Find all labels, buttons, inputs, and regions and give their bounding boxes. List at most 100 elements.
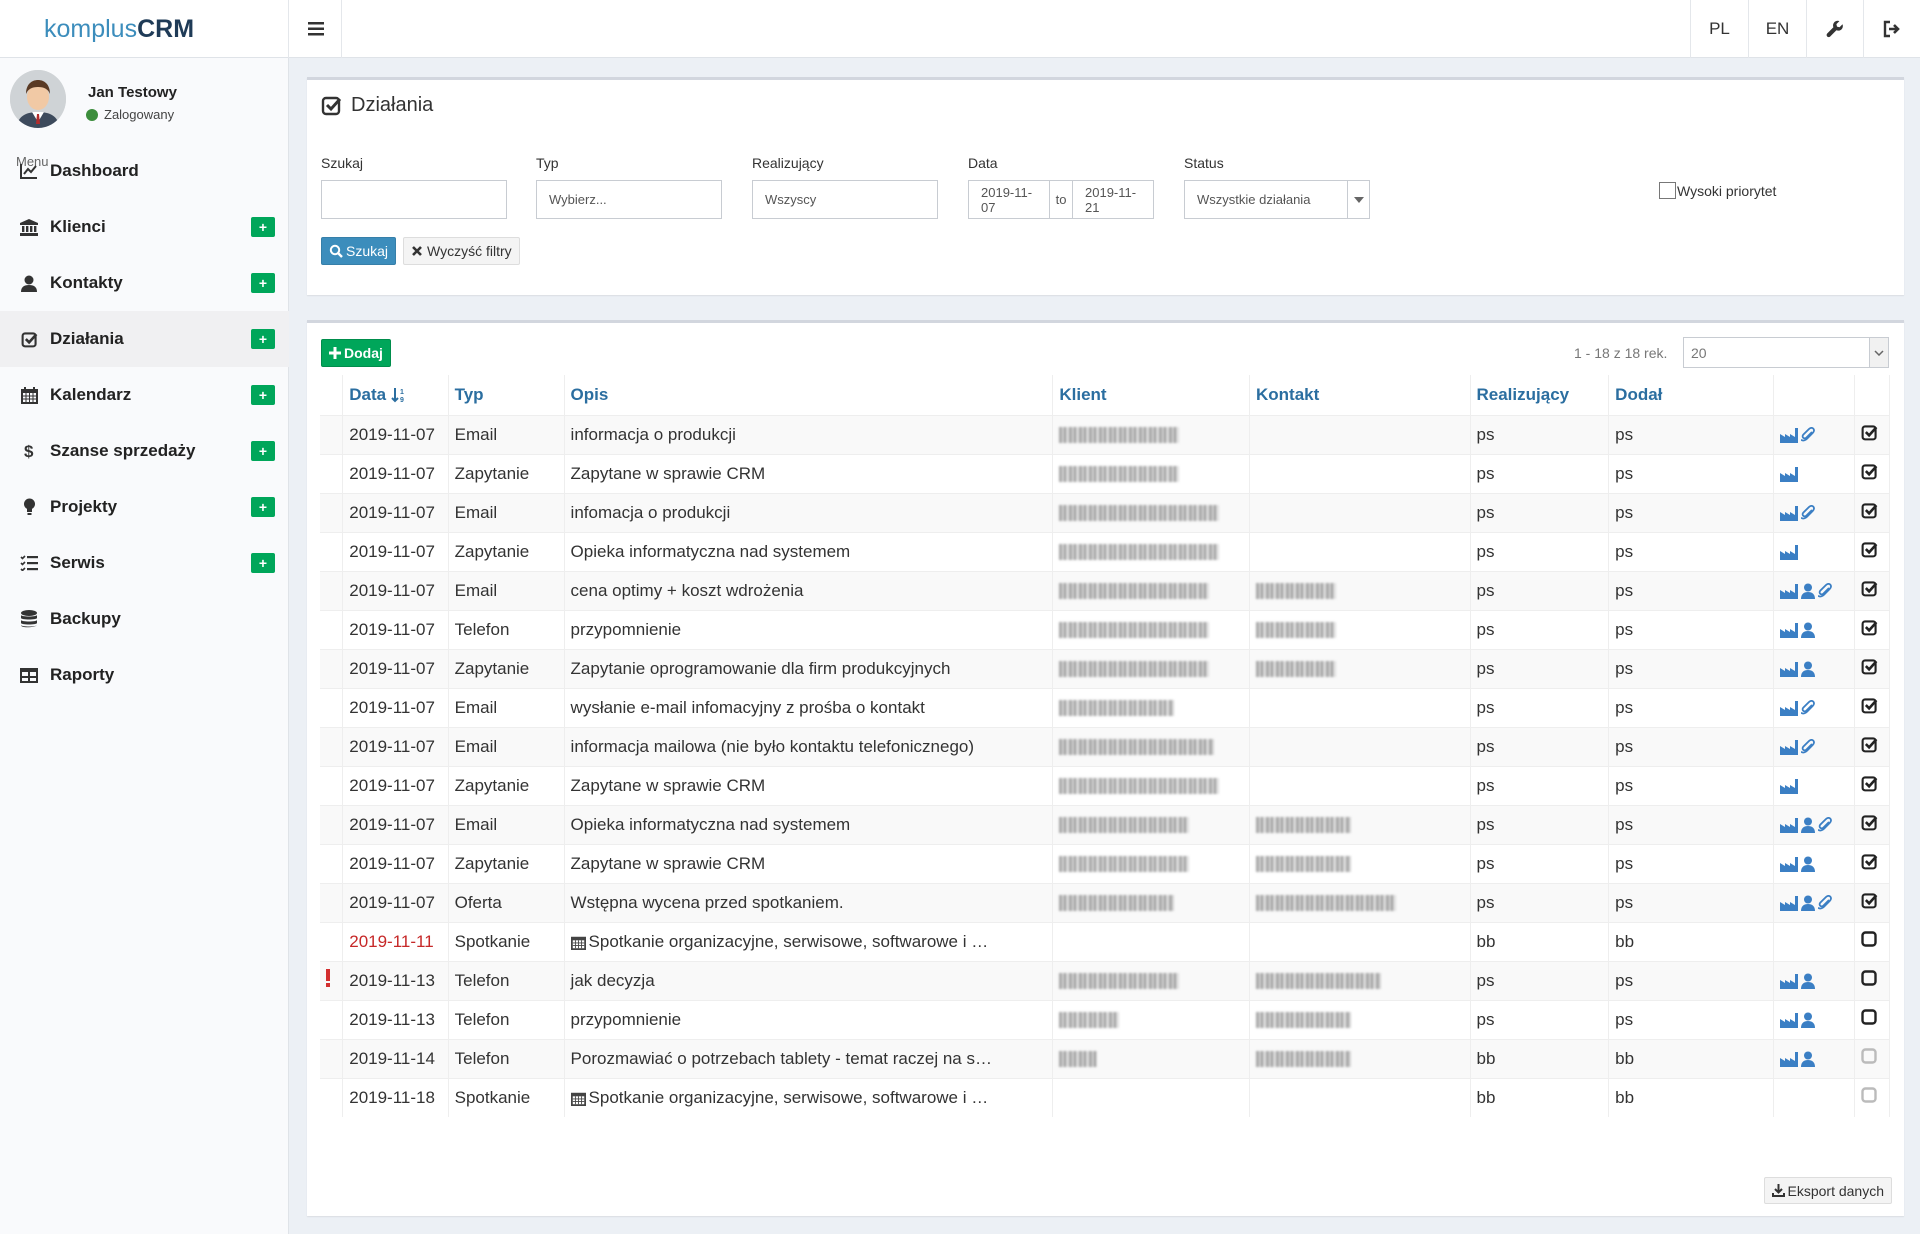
done-cell[interactable] bbox=[1854, 1077, 1891, 1117]
contact-cell[interactable] bbox=[1249, 1077, 1471, 1117]
table-row[interactable]: 2019-11-07 Email wysłanie e-mail infomacyj… bbox=[320, 687, 1891, 727]
description-cell[interactable]: wysłanie e-mail infomacyjny z prośba o k… bbox=[564, 687, 1054, 727]
sidebar-item-backupy[interactable]: Backupy bbox=[0, 591, 289, 647]
add-1-button[interactable]: + bbox=[251, 217, 275, 237]
user-icon[interactable] bbox=[1800, 1051, 1815, 1068]
contact-cell[interactable] bbox=[1249, 492, 1471, 532]
add-button[interactable]: Dodaj bbox=[321, 339, 391, 367]
description-cell[interactable]: Zapytane w sprawie CRM bbox=[564, 765, 1054, 805]
done-cell[interactable] bbox=[1854, 687, 1891, 727]
description-cell[interactable]: informacja mailowa (nie było kontaktu te… bbox=[564, 726, 1054, 766]
paperclip-icon[interactable] bbox=[1800, 427, 1815, 443]
factory-icon[interactable] bbox=[1779, 466, 1798, 482]
client-cell[interactable] bbox=[1052, 843, 1250, 883]
contact-cell[interactable] bbox=[1249, 570, 1471, 610]
table-row[interactable]: 2019-11-07 Email informacja o produkcji ps p… bbox=[320, 414, 1891, 454]
check-square-icon[interactable] bbox=[1861, 424, 1878, 441]
client-cell[interactable] bbox=[1052, 804, 1250, 844]
type-select[interactable] bbox=[536, 180, 722, 219]
add-5-button[interactable]: + bbox=[251, 441, 275, 461]
logout-button[interactable] bbox=[1863, 0, 1920, 58]
description-cell[interactable]: informacja o produkcji bbox=[564, 414, 1054, 454]
clear-filters-button[interactable]: Wyczyść filtry bbox=[403, 237, 520, 265]
client-cell[interactable] bbox=[1052, 765, 1250, 805]
app-logo[interactable]: komplus CRM bbox=[0, 0, 289, 58]
user-icon[interactable] bbox=[1800, 856, 1815, 873]
description-cell[interactable]: Zapytane w sprawie CRM bbox=[564, 843, 1054, 883]
user-icon[interactable] bbox=[1800, 583, 1815, 600]
done-cell[interactable] bbox=[1854, 492, 1891, 532]
contact-cell[interactable] bbox=[1249, 882, 1471, 922]
user-icon[interactable] bbox=[1800, 817, 1815, 834]
user-icon[interactable] bbox=[1800, 1012, 1815, 1029]
factory-icon[interactable] bbox=[1779, 973, 1798, 989]
done-cell[interactable] bbox=[1854, 765, 1891, 805]
paperclip-icon[interactable] bbox=[1817, 895, 1832, 911]
contact-cell[interactable] bbox=[1249, 687, 1471, 727]
factory-icon[interactable] bbox=[1779, 544, 1798, 560]
table-row[interactable]: 2019-11-07 Email infomacja o produkcji ps ps bbox=[320, 492, 1891, 532]
square-icon[interactable] bbox=[1860, 1048, 1877, 1064]
column-header[interactable]: Kontakt bbox=[1249, 375, 1471, 415]
factory-icon[interactable] bbox=[1779, 427, 1798, 443]
client-cell[interactable] bbox=[1052, 1077, 1250, 1117]
user-icon[interactable] bbox=[1800, 895, 1815, 912]
done-cell[interactable] bbox=[1854, 999, 1891, 1039]
contact-cell[interactable] bbox=[1249, 921, 1471, 961]
factory-icon[interactable] bbox=[1779, 661, 1798, 677]
add-2-button[interactable]: + bbox=[251, 273, 275, 293]
contact-cell[interactable] bbox=[1249, 765, 1471, 805]
check-square-icon[interactable] bbox=[1861, 775, 1878, 792]
client-cell[interactable] bbox=[1052, 960, 1250, 1000]
sidebar-item-dashboard[interactable]: Dashboard bbox=[0, 143, 289, 199]
client-cell[interactable] bbox=[1052, 999, 1250, 1039]
user-icon[interactable] bbox=[1800, 973, 1815, 990]
description-cell[interactable]: przypomnienie bbox=[564, 999, 1054, 1039]
factory-icon[interactable] bbox=[1779, 622, 1798, 638]
check-square-icon[interactable] bbox=[1861, 853, 1878, 870]
client-cell[interactable] bbox=[1052, 414, 1250, 454]
paperclip-icon[interactable] bbox=[1800, 505, 1815, 521]
description-cell[interactable]: przypomnienie bbox=[564, 609, 1054, 649]
contact-cell[interactable] bbox=[1249, 453, 1471, 493]
description-cell[interactable]: Zapytanie oprogramowanie dla firm produk… bbox=[564, 648, 1054, 688]
done-cell[interactable] bbox=[1854, 531, 1891, 571]
check-square-icon[interactable] bbox=[1861, 697, 1878, 714]
table-row[interactable]: 2019-11-07 Zapytanie Zapytane w sprawie CR… bbox=[320, 453, 1891, 493]
client-cell[interactable] bbox=[1052, 609, 1250, 649]
column-header[interactable]: Typ bbox=[448, 375, 565, 415]
sidebar-item-kontakty[interactable]: Kontakty + bbox=[0, 255, 289, 311]
description-cell[interactable]: Opieka informatyczna nad systemem bbox=[564, 531, 1054, 571]
paperclip-icon[interactable] bbox=[1817, 583, 1832, 599]
sidebar-item-szanse-sprzedaży[interactable]: $ Szanse sprzedaży + bbox=[0, 423, 289, 479]
client-cell[interactable] bbox=[1052, 531, 1250, 571]
add-4-button[interactable]: + bbox=[251, 385, 275, 405]
sidebar-item-serwis[interactable]: Serwis + bbox=[0, 535, 289, 591]
client-cell[interactable] bbox=[1052, 687, 1250, 727]
check-square-icon[interactable] bbox=[1861, 814, 1878, 831]
table-row[interactable]: 2019-11-07 Zapytanie Zapytanie oprogramowa… bbox=[320, 648, 1891, 688]
client-cell[interactable] bbox=[1052, 921, 1250, 961]
description-cell[interactable]: Wstępna wycena przed spotkaniem. bbox=[564, 882, 1054, 922]
description-cell[interactable]: jak decyzja bbox=[564, 960, 1054, 1000]
sidebar-item-kalendarz[interactable]: Kalendarz + bbox=[0, 367, 289, 423]
description-cell[interactable]: Porozmawiać o potrzebach tablety - temat… bbox=[564, 1038, 1054, 1078]
check-square-icon[interactable] bbox=[1861, 619, 1878, 636]
user-icon[interactable] bbox=[1800, 661, 1815, 678]
contact-cell[interactable] bbox=[1249, 414, 1471, 454]
sidebar-item-projekty[interactable]: Projekty + bbox=[0, 479, 289, 535]
column-header[interactable]: Dodał bbox=[1608, 375, 1774, 415]
table-row[interactable]: 2019-11-07 Zapytanie Opieka informatyczna … bbox=[320, 531, 1891, 571]
paperclip-icon[interactable] bbox=[1800, 739, 1815, 755]
client-cell[interactable] bbox=[1052, 882, 1250, 922]
description-cell[interactable]: Zapytane w sprawie CRM bbox=[564, 453, 1054, 493]
client-cell[interactable] bbox=[1052, 492, 1250, 532]
factory-icon[interactable] bbox=[1779, 739, 1798, 755]
description-cell[interactable]: infomacja o produkcji bbox=[564, 492, 1054, 532]
description-cell[interactable]: cena optimy + koszt wdrożenia bbox=[564, 570, 1054, 610]
check-square-icon[interactable] bbox=[1861, 892, 1878, 909]
contact-cell[interactable] bbox=[1249, 1038, 1471, 1078]
factory-icon[interactable] bbox=[1779, 778, 1798, 794]
date-to-input[interactable]: 2019-11-21 bbox=[1072, 180, 1154, 219]
client-cell[interactable] bbox=[1052, 648, 1250, 688]
